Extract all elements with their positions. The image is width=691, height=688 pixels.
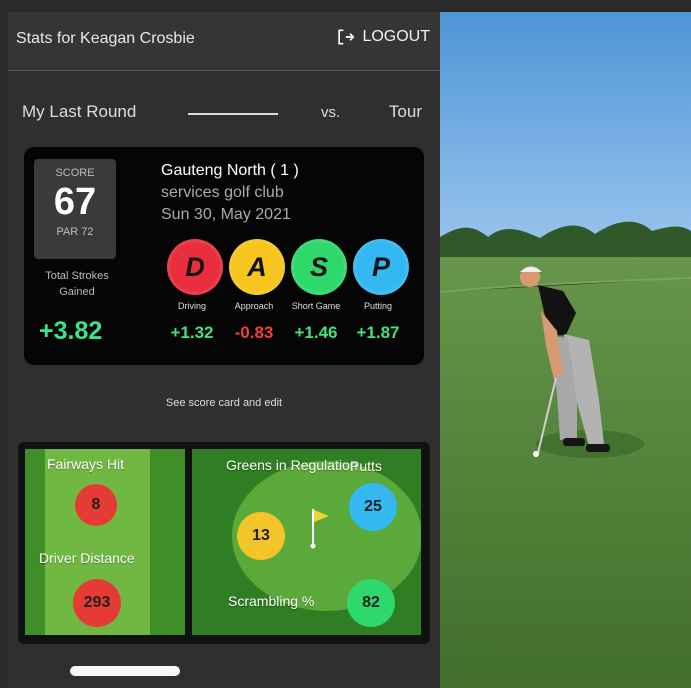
vs-label: vs. — [321, 104, 341, 121]
field-stats-card: Fairways Hit 8 Driver Distance 293 Green… — [18, 442, 430, 644]
score-label: SCORE — [55, 167, 95, 179]
round-date: Sun 30, May 2021 — [161, 206, 291, 223]
driving-label: Driving — [177, 301, 206, 311]
short-game-badge[interactable]: S — [291, 239, 347, 295]
stats-panel: Stats for Keagan Crosbie LOGOUT My Last … — [8, 12, 440, 688]
logout-icon — [338, 29, 355, 45]
short-game-value: +1.46 — [294, 323, 338, 342]
approach-badge[interactable]: A — [229, 239, 285, 295]
driver-distance-label: Driver Distance — [39, 550, 135, 566]
club-name: services golf club — [161, 184, 284, 201]
approach-value: -0.83 — [234, 323, 274, 342]
home-indicator — [70, 666, 180, 676]
fairways-hit-label: Fairways Hit — [47, 456, 125, 472]
total-strokes-gained-label: Total Strokes Gained — [45, 270, 109, 298]
see-scorecard-link[interactable]: See score card and edit — [8, 397, 440, 409]
putting-label: Putting — [363, 301, 393, 311]
total-strokes-gained-value: +3.82 — [39, 317, 103, 345]
approach-label: Approach — [234, 301, 274, 311]
fairways-hit-value: 8 — [75, 484, 117, 526]
short-game-label: Short Game — [291, 301, 341, 311]
driver-distance-value: 293 — [73, 579, 121, 627]
flag-icon — [310, 509, 329, 549]
par-label: PAR 72 — [56, 226, 94, 238]
course-info: Gauteng North ( 1 ) services golf club S… — [161, 160, 299, 226]
comparison-row: My Last Round vs. Tour — [8, 100, 440, 128]
putts-label: Putts — [350, 458, 382, 474]
driving-value: +1.32 — [170, 323, 214, 342]
strokes-gained-categories: D A S P Driving Approach Short Game Putt… — [167, 239, 417, 359]
putting-value: +1.87 — [356, 323, 400, 342]
tour-tab[interactable]: Tour — [389, 102, 422, 122]
my-last-round-tab[interactable]: My Last Round — [22, 102, 136, 122]
score-box: SCORE 67 PAR 72 — [34, 159, 116, 259]
score-value: 67 — [53, 181, 97, 223]
scrambling-label: Scrambling % — [228, 593, 315, 609]
driving-badge[interactable]: D — [167, 239, 223, 295]
greens-in-regulation-value: 13 — [237, 512, 285, 560]
scrambling-value: 82 — [347, 579, 395, 627]
score-card: SCORE 67 PAR 72 Total Strokes Gained +3.… — [24, 147, 424, 365]
comparison-divider — [188, 113, 278, 115]
fairway-panel[interactable]: Fairways Hit 8 Driver Distance 293 — [25, 449, 185, 635]
putts-value: 25 — [349, 483, 397, 531]
putting-badge[interactable]: P — [353, 239, 409, 295]
logout-label: LOGOUT — [362, 28, 430, 45]
top-bar: Stats for Keagan Crosbie LOGOUT — [8, 12, 440, 71]
green-panel[interactable]: Greens in Regulation 13 Putts 25 Scrambl… — [192, 449, 421, 635]
golf-course-photo — [440, 12, 691, 688]
greens-in-regulation-label: Greens in Regulation — [226, 457, 358, 473]
page-title: Stats for Keagan Crosbie — [16, 30, 195, 47]
course-name: Gauteng North ( 1 ) — [161, 162, 299, 179]
logout-button[interactable]: LOGOUT — [335, 27, 430, 47]
